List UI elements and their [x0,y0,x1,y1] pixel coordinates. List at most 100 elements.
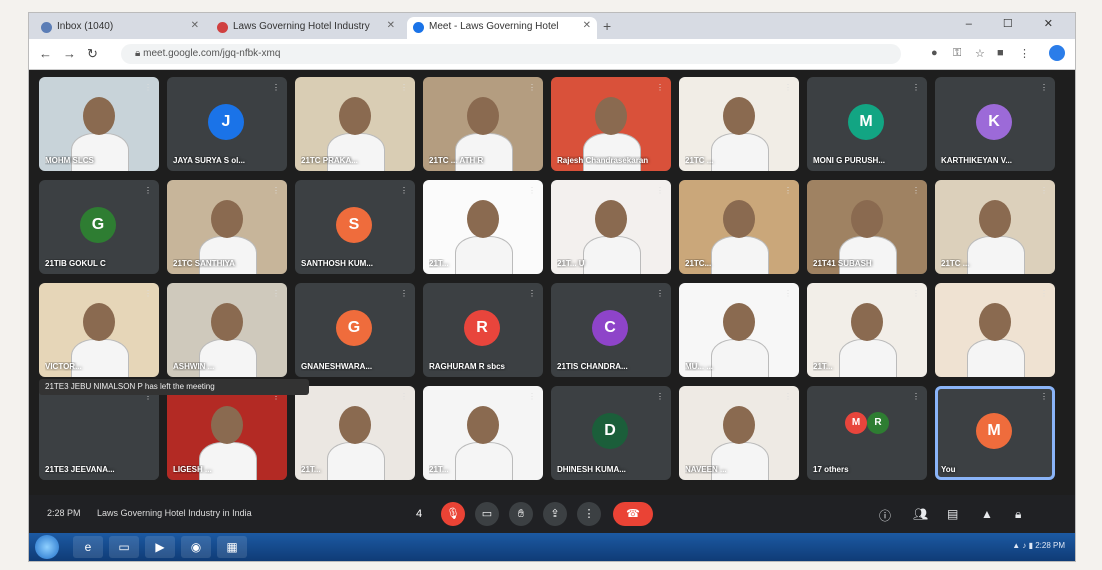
participant-tile[interactable]: ⋮ 21T... [807,283,927,377]
participant-tile[interactable]: ⋮ MOHM SLCS [39,77,159,171]
participant-tile[interactable]: M ⋮ MONI G PURUSH... [807,77,927,171]
participant-tile[interactable]: S ⋮ SANTHOSH KUM... [295,180,415,274]
activities-icon[interactable]: ▲ [981,507,993,521]
close-tab-icon[interactable]: ✕ [583,20,591,31]
browser-tab-inbox[interactable]: Inbox (1040) ✕ [35,17,205,39]
url-input[interactable]: 🔒︎ meet.google.com/jgq-nfbk-xmq [121,44,901,64]
browser-tab-meet[interactable]: Meet - Laws Governing Hotel ✕ [407,17,597,39]
extension-icon[interactable]: ■ [997,47,1004,59]
meeting-title: Laws Governing Hotel Industry in India [97,508,252,518]
meeting-details: 2:28 PM Laws Governing Hotel Industry in… [47,508,266,518]
participant-tile[interactable]: ⋮ 21TC PRAKA... [295,77,415,171]
participant-tile[interactable]: ⋮ VICTOR... [39,283,159,377]
menu-icon[interactable]: ⋮ [1019,47,1030,60]
leave-button[interactable]: ☎︎ [613,502,653,526]
left-meeting-toast: 21TE3 JEBU NIMALSON P has left the meeti… [39,379,309,395]
participant-tile[interactable]: ⋮ 21T... U [551,180,671,274]
participant-tile[interactable]: ⋮ 21T... [423,386,543,480]
participant-tile[interactable]: ⋮ ASHWIN ... [167,283,287,377]
mic-muted-icon: ⋮ [528,186,536,195]
participant-tile[interactable]: ⋮ MU... ... [679,283,799,377]
mic-muted-icon: ⋮ [400,392,408,401]
close-tab-icon[interactable]: ✕ [387,20,395,31]
participant-tile[interactable]: R ⋮ RAGHURAM R sbcs [423,283,543,377]
participant-name: 21T41 SUBASH [813,259,872,268]
browser-tab-bar: Inbox (1040) ✕ Laws Governing Hotel Indu… [29,13,1075,39]
participant-name: MU... ... [685,362,713,371]
participant-tile[interactable]: ⋮ 21T... [295,386,415,480]
participant-name: JAYA SURYA S ol... [173,156,246,165]
participant-name: VICTOR... [45,362,82,371]
key-icon[interactable]: ⚿ [953,47,961,60]
new-tab-button[interactable]: + [603,18,611,34]
reload-icon[interactable]: ↻ [87,46,98,62]
folder-icon[interactable]: ▭ [109,536,139,558]
participant-tile[interactable]: ⋮ NAVEEN ... [679,386,799,480]
participant-tile[interactable]: G ⋮ 21TIB GOKUL C [39,180,159,274]
participant-tile[interactable]: ⋮ 21T... [423,180,543,274]
person-head [595,200,627,238]
participant-name: NAVEEN ... [685,465,727,474]
participant-tile[interactable]: D ⋮ DHINESH KUMA... [551,386,671,480]
participant-tile[interactable]: ⋮ 21TC ... ATH R [423,77,543,171]
camera-in-use-icon[interactable]: ● [931,47,938,59]
participant-name: GNANESHWARA... [301,362,373,371]
profile-avatar[interactable] [1049,45,1065,61]
mic-muted-icon: ⋮ [1040,83,1048,92]
participant-tile[interactable]: ⋮ 21T41 SUBASH [807,180,927,274]
close-tab-icon[interactable]: ✕ [191,20,199,31]
person-silhouette [199,236,257,274]
tray-icons[interactable]: ▲ ♪ ▮ [1012,541,1035,550]
present-button[interactable]: ⇪ [543,502,567,526]
participant-avatar: D [592,413,628,449]
participant-tile[interactable]: M ⋮ You [935,386,1055,480]
explorer-icon[interactable]: ▦ [217,536,247,558]
ie-icon[interactable]: e [73,536,103,558]
participant-avatar: K [976,104,1012,140]
participant-tile[interactable]: ⋮ 21TC... [679,180,799,274]
info-icon[interactable]: ⓘ [879,507,891,524]
person-head [851,303,883,341]
chat-icon[interactable]: ▤ [947,507,958,521]
participant-tile[interactable]: G ⋮ GNANESHWARA... [295,283,415,377]
more-button[interactable]: ⋮ [577,502,601,526]
forward-icon[interactable]: → [63,46,76,61]
participant-tile[interactable]: ⋮ 21TC ... [935,180,1055,274]
participant-tile[interactable]: ⋮ [935,283,1055,377]
mic-muted-icon: ⋮ [144,186,152,195]
participant-tile[interactable]: ⋮ 21TC ... [679,77,799,171]
mic-muted-icon: ⋮ [272,289,280,298]
participant-tile[interactable]: C ⋮ 21TIS CHANDRA... [551,283,671,377]
back-icon[interactable]: ← [39,46,52,61]
participant-tile[interactable]: ⋮ 21TC SANTHIYA [167,180,287,274]
media-player-icon[interactable]: ▶ [145,536,175,558]
participant-name: LIGESH ... [173,465,212,474]
participant-tile[interactable]: J ⋮ JAYA SURYA S ol... [167,77,287,171]
participant-tile[interactable]: ⋮ LIGESH ... [167,386,287,480]
bookmark-star-icon[interactable]: ☆ [975,47,985,60]
pdf-tab-icon [217,22,228,33]
participant-avatar: C [592,310,628,346]
tray-clock: 2:28 PM [1035,541,1065,550]
participant-name: 21TC ... [685,156,714,165]
start-button[interactable] [35,535,59,559]
chrome-icon[interactable]: ◉ [181,536,211,558]
person-silhouette [583,133,641,171]
participant-tile[interactable]: ⋮ 21TE3 JEEVANA... [39,386,159,480]
person-head [851,200,883,238]
mic-muted-icon: ⋮ [528,289,536,298]
participant-tile[interactable]: M R ⋮ 17 others [807,386,927,480]
participant-tile[interactable]: ⋮ Rajesh Chandrasekaran [551,77,671,171]
host-controls-icon[interactable]: 🔒︎ [1015,507,1021,522]
camera-button[interactable]: ▭ [475,502,499,526]
participant-tile[interactable]: K ⋮ KARTHIKEYAN V... [935,77,1055,171]
participant-avatar: J [208,104,244,140]
tab-label: Laws Governing Hotel Industry [233,21,370,32]
mic-button[interactable]: 🎙︎ [441,502,465,526]
hand-button[interactable]: ✋︎ [509,502,533,526]
people-icon[interactable]: 👥︎ [913,507,928,521]
participant-grid: ⋮ MOHM SLCS J ⋮ JAYA SURYA S ol... ⋮ 21TC PRAK… [39,77,1065,487]
window-controls[interactable]: – ☐ ✕ [966,17,1067,30]
browser-tab-laws[interactable]: Laws Governing Hotel Industry ✕ [211,17,401,39]
others-avatar: M [845,412,867,434]
